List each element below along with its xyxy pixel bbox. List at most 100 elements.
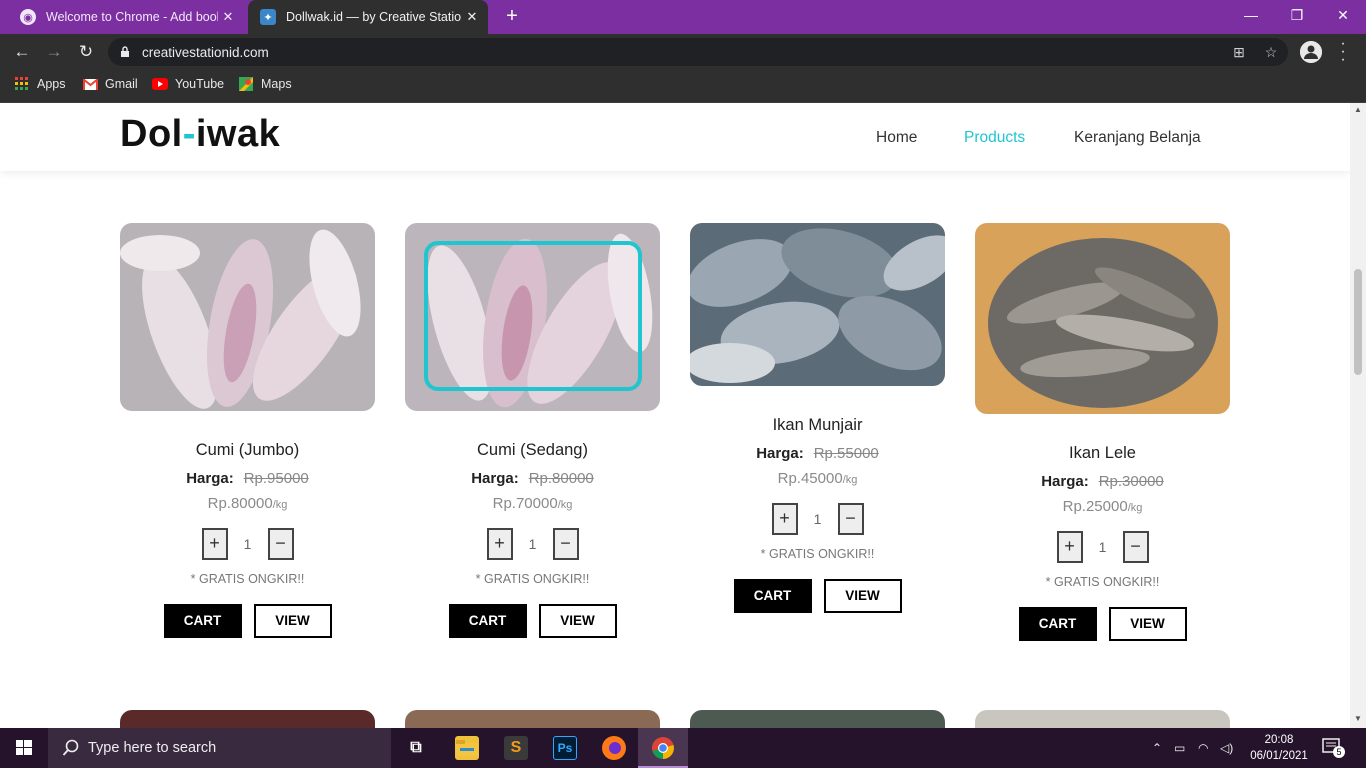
bookmark-apps[interactable]: Apps: [14, 77, 66, 91]
bookmark-gmail[interactable]: Gmail: [82, 77, 138, 91]
old-price: Rp.80000: [528, 470, 594, 487]
qty-value: 1: [813, 511, 822, 527]
taskbar-search[interactable]: Type here to search: [48, 728, 391, 768]
cart-button[interactable]: CART: [448, 604, 527, 638]
firefox-icon[interactable]: [602, 736, 626, 760]
cart-button[interactable]: CART: [733, 579, 812, 613]
view-button[interactable]: VIEW: [823, 579, 902, 613]
view-button[interactable]: VIEW: [1108, 607, 1187, 641]
nav-keranjang-belanja[interactable]: Keranjang Belanja: [1074, 129, 1201, 147]
scroll-up-icon[interactable]: ▲: [1353, 105, 1363, 115]
quantity-stepper: + 1 −: [120, 528, 375, 560]
bookmark-label: Apps: [37, 77, 66, 91]
site-logo[interactable]: Dol-iwak: [120, 113, 280, 156]
close-window-button[interactable]: ✕: [1320, 0, 1366, 30]
chrome-icon: ◉: [20, 9, 36, 25]
card-actions: CART VIEW: [120, 604, 375, 638]
minimize-button[interactable]: —: [1228, 0, 1274, 30]
wifi-icon[interactable]: ◠: [1198, 728, 1216, 768]
web-page: Dol-iwak Home Products Keranjang Belanja…: [0, 103, 1350, 728]
product-image[interactable]: [975, 223, 1230, 414]
start-button[interactable]: [0, 728, 48, 768]
nav-home[interactable]: Home: [876, 129, 917, 147]
old-price: Rp.55000: [813, 445, 879, 462]
old-price: Rp.95000: [243, 470, 309, 487]
product-image-partial[interactable]: [405, 710, 660, 728]
decrease-qty-button[interactable]: −: [1122, 531, 1149, 563]
product-name: Cumi (Jumbo): [195, 441, 300, 459]
search-placeholder: Type here to search: [88, 740, 217, 756]
translate-icon[interactable]: ⊞: [1230, 43, 1248, 61]
task-view-icon[interactable]: ⧉: [404, 736, 428, 760]
increase-qty-button[interactable]: +: [1056, 531, 1083, 563]
star-bookmark-icon[interactable]: ☆: [1262, 43, 1280, 61]
site-header: Dol-iwak Home Products Keranjang Belanja: [0, 103, 1350, 171]
view-button[interactable]: VIEW: [253, 604, 332, 638]
tray-expand-icon[interactable]: ⌃: [1152, 728, 1166, 768]
price-value: Rp.45000: [777, 470, 843, 487]
price-unit: /kg: [1127, 502, 1143, 514]
price-label: Harga:: [186, 470, 234, 487]
decrease-qty-button[interactable]: −: [267, 528, 294, 560]
address-bar[interactable]: creativestationid.com ⊞ ☆: [108, 38, 1288, 66]
url-text: creativestationid.com: [142, 45, 269, 60]
product-image-partial[interactable]: [120, 710, 375, 728]
product-image[interactable]: [690, 223, 945, 386]
product-image[interactable]: [120, 223, 375, 411]
battery-icon[interactable]: ▭: [1174, 728, 1192, 768]
price-line: Harga: Rp.80000: [405, 470, 660, 487]
sublime-text-icon[interactable]: S: [504, 736, 528, 760]
apps-grid-icon: [14, 77, 30, 91]
system-clock[interactable]: 20:08 06/01/2021: [1248, 732, 1310, 764]
increase-qty-button[interactable]: +: [201, 528, 228, 560]
file-explorer-icon[interactable]: [455, 736, 479, 760]
browser-toolbar: ← → ↻ creativestationid.com ⊞ ☆ · · ·: [0, 34, 1366, 70]
cart-button[interactable]: CART: [1018, 607, 1097, 641]
cart-button[interactable]: CART: [163, 604, 242, 638]
scroll-down-icon[interactable]: ▼: [1353, 714, 1363, 724]
product-card: Cumi (Jumbo) Harga: Rp.95000 Rp.80000/kg …: [120, 223, 375, 638]
price-label: Harga:: [1041, 473, 1089, 490]
chrome-menu-icon[interactable]: · · ·: [1336, 36, 1350, 68]
close-tab-icon[interactable]: ✕: [462, 9, 482, 25]
scroll-thumb[interactable]: [1354, 269, 1362, 375]
tab-welcome[interactable]: ◉ Welcome to Chrome - Add book ✕: [8, 0, 244, 34]
bookmark-maps[interactable]: Maps: [238, 77, 292, 91]
decrease-qty-button[interactable]: −: [837, 503, 864, 535]
new-tab-button[interactable]: +: [500, 5, 524, 29]
increase-qty-button[interactable]: +: [771, 503, 798, 535]
notification-center-icon[interactable]: 5: [1322, 738, 1346, 758]
shipping-note: * GRATIS ONGKIR!!: [475, 572, 590, 586]
card-actions: CART VIEW: [690, 579, 945, 613]
price-line: Harga: Rp.95000: [120, 470, 375, 487]
qty-value: 1: [528, 536, 537, 552]
shipping-note: * GRATIS ONGKIR!!: [1045, 575, 1160, 589]
price-value: Rp.80000: [207, 495, 273, 512]
windows-taskbar: Type here to search ⧉ S Ps ⌃ ▭ ◠ ◁) 20:0…: [0, 728, 1366, 768]
page-scrollbar[interactable]: ▲ ▼: [1350, 103, 1366, 728]
decrease-qty-button[interactable]: −: [552, 528, 579, 560]
profile-avatar[interactable]: [1300, 41, 1322, 63]
tab-dollwak[interactable]: ✦ Dollwak.id — by Creative Station ✕: [248, 0, 488, 34]
reload-button[interactable]: ↻: [74, 40, 98, 64]
increase-qty-button[interactable]: +: [486, 528, 513, 560]
bookmark-youtube[interactable]: YouTube: [152, 77, 224, 91]
photoshop-icon[interactable]: Ps: [553, 736, 577, 760]
product-image[interactable]: [405, 223, 660, 411]
nav-products[interactable]: Products: [964, 129, 1025, 147]
product-image-partial[interactable]: [690, 710, 945, 728]
card-actions: CART VIEW: [405, 604, 660, 638]
product-image-partial[interactable]: [975, 710, 1230, 728]
bookmark-label: YouTube: [175, 77, 225, 91]
bookmarks-bar: Apps Gmail YouTube Maps: [0, 70, 1366, 103]
chrome-taskbar-active[interactable]: [638, 728, 688, 768]
back-button[interactable]: ←: [10, 40, 34, 64]
volume-icon[interactable]: ◁): [1220, 728, 1238, 768]
restore-button[interactable]: ❐: [1274, 0, 1320, 30]
forward-button[interactable]: →: [42, 40, 66, 64]
close-tab-icon[interactable]: ✕: [218, 9, 238, 25]
price-label: Harga:: [471, 470, 519, 487]
view-button[interactable]: VIEW: [538, 604, 617, 638]
logo-text-2: iwak: [195, 113, 281, 155]
shipping-note: * GRATIS ONGKIR!!: [760, 547, 875, 561]
